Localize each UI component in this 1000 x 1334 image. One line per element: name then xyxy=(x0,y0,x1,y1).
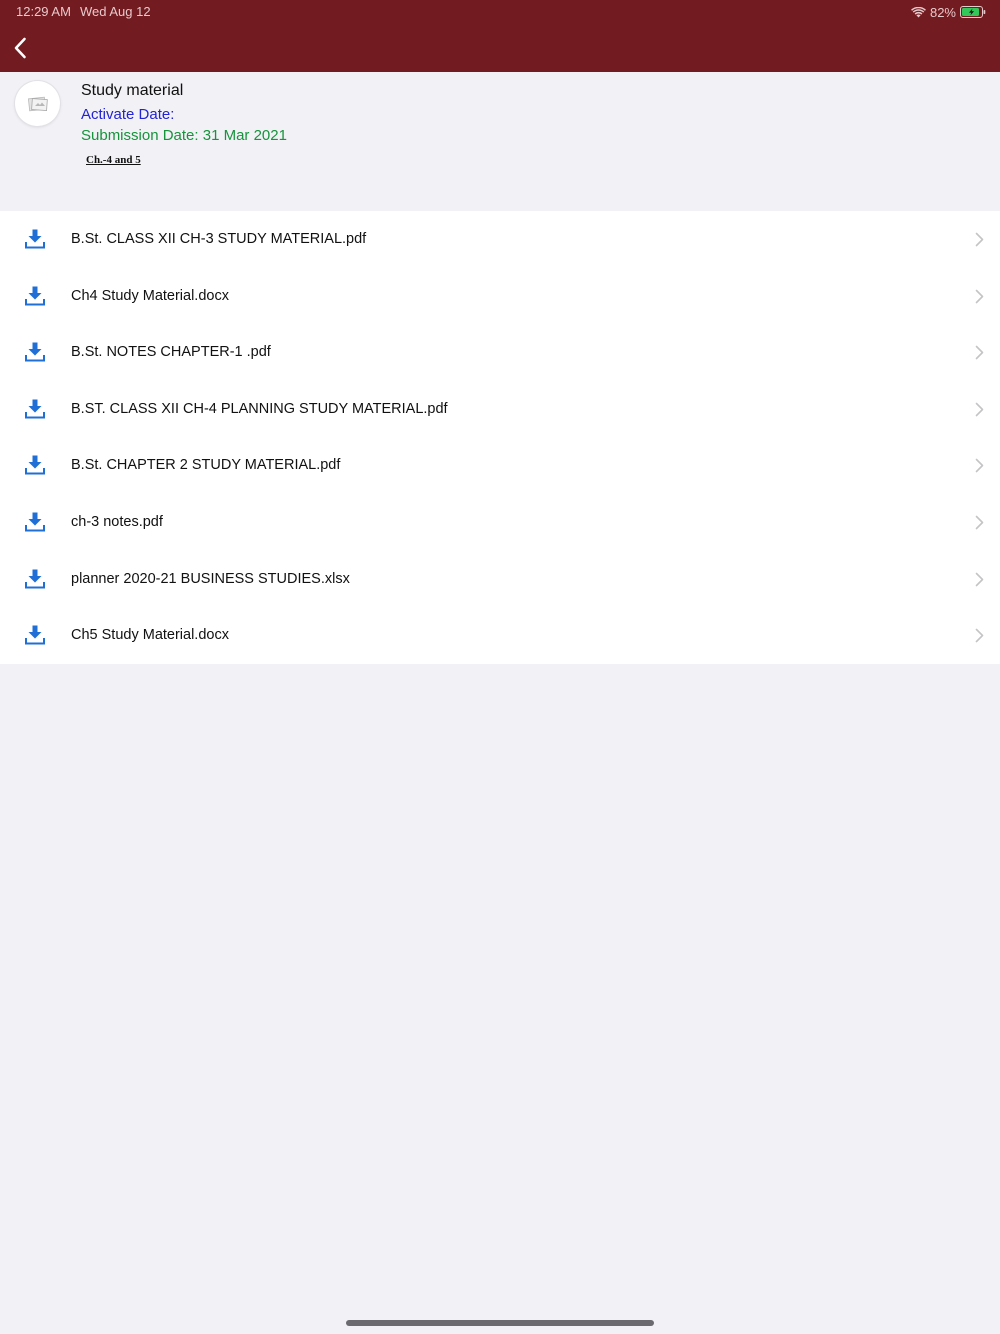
file-row[interactable]: B.St. NOTES CHAPTER-1 .pdf xyxy=(0,324,1000,381)
chevron-right-icon xyxy=(975,572,984,586)
submission-date: Submission Date: 31 Mar 2021 xyxy=(81,127,287,144)
status-time: 12:29 AM xyxy=(16,4,71,19)
file-row[interactable]: ch-3 notes.pdf xyxy=(0,494,1000,551)
download-icon xyxy=(25,625,45,645)
activate-date: Activate Date: xyxy=(81,106,175,123)
download-icon xyxy=(25,229,45,249)
download-icon xyxy=(25,342,45,362)
chevron-right-icon xyxy=(975,628,984,643)
file-name: B.St. NOTES CHAPTER-1 .pdf xyxy=(71,344,271,361)
status-date: Wed Aug 12 xyxy=(80,4,151,19)
download-icon xyxy=(25,286,45,306)
download-icon xyxy=(25,512,45,532)
download-icon xyxy=(25,399,45,419)
file-name: B.ST. CLASS XII CH-4 PLANNING STUDY MATE… xyxy=(71,400,448,417)
chevron-right-icon xyxy=(975,459,984,473)
file-row[interactable]: B.ST. CLASS XII CH-4 PLANNING STUDY MATE… xyxy=(0,381,1000,438)
file-name: B.St. CHAPTER 2 STUDY MATERIAL.pdf xyxy=(71,457,341,474)
battery-charging-icon xyxy=(960,6,986,18)
chevron-right-icon xyxy=(975,345,984,360)
file-name: planner 2020-21 BUSINESS STUDIES.xlsx xyxy=(71,570,350,587)
file-row[interactable]: Ch5 Study Material.docx xyxy=(0,607,1000,664)
attachment-list: B.St. CLASS XII CH-3 STUDY MATERIAL.pdf … xyxy=(0,211,1000,664)
navigation-bar: 12:29 AM Wed Aug 12 82% xyxy=(0,0,1000,72)
file-row[interactable]: B.St. CHAPTER 2 STUDY MATERIAL.pdf xyxy=(0,437,1000,494)
assignment-description: Ch.-4 and 5 xyxy=(86,154,141,166)
file-row[interactable]: planner 2020-21 BUSINESS STUDIES.xlsx xyxy=(0,551,1000,608)
assignment-header: Study material Activate Date: Submission… xyxy=(0,72,1000,211)
chevron-right-icon xyxy=(975,402,984,417)
avatar xyxy=(15,81,60,126)
page-title: Study material xyxy=(81,82,184,99)
download-icon xyxy=(25,455,45,475)
file-name: B.St. CLASS XII CH-3 STUDY MATERIAL.pdf xyxy=(71,231,367,247)
back-button[interactable] xyxy=(6,32,34,64)
chevron-right-icon xyxy=(975,232,984,247)
document-thumbnail-icon xyxy=(27,96,48,111)
status-indicators: 82% xyxy=(910,4,986,20)
download-icon xyxy=(25,569,45,589)
chevron-right-icon xyxy=(975,289,984,303)
chevron-right-icon xyxy=(975,515,984,530)
file-row[interactable]: Ch4 Study Material.docx xyxy=(0,268,1000,325)
battery-percent: 82% xyxy=(929,4,956,20)
home-indicator[interactable] xyxy=(346,1320,654,1326)
file-name: Ch5 Study Material.docx xyxy=(71,627,229,644)
file-row[interactable]: B.St. CLASS XII CH-3 STUDY MATERIAL.pdf xyxy=(0,211,1000,268)
file-name: Ch4 Study Material.docx xyxy=(71,287,229,304)
file-name: ch-3 notes.pdf xyxy=(71,513,163,530)
chevron-left-icon xyxy=(14,37,26,59)
wifi-icon xyxy=(910,6,926,18)
